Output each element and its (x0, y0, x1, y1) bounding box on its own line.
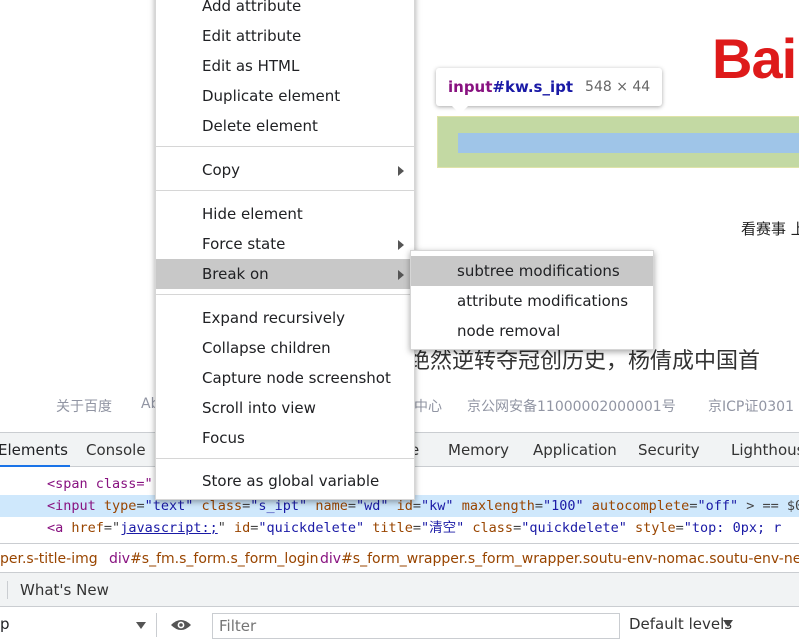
eye-icon[interactable] (170, 618, 192, 632)
menu-item-focus[interactable]: Focus (156, 423, 414, 453)
menu-item-capture-node-screenshot[interactable]: Capture node screenshot (156, 363, 414, 393)
footer-link-icp[interactable]: 京ICP证0301 (708, 396, 794, 416)
code-value: "text" (144, 498, 194, 514)
dom-breadcrumb: per.s-title-img div#s_fm.s_form.s_form_l… (0, 543, 799, 573)
element-inspect-tooltip: input #kw.s_ipt 548 × 44 (436, 68, 663, 114)
code-attr: maxlength (461, 498, 535, 514)
console-filter-input[interactable]: Filter (212, 613, 620, 639)
submenu-item-attribute-modifications[interactable]: attribute modifications (411, 286, 653, 316)
code-tag: <a (47, 520, 64, 536)
drawer-tab-bar: What's New (0, 573, 799, 607)
levels-dropdown-icon[interactable] (723, 620, 733, 627)
menu-item-expand-recursively[interactable]: Expand recursively (156, 303, 414, 333)
breadcrumb-item[interactable]: div#s_fm.s_form.s_form_login (109, 544, 319, 572)
context-menu: Add attribute Edit attribute Edit as HTM… (155, 0, 415, 500)
tab-whats-new[interactable]: What's New (20, 573, 109, 607)
log-levels-select[interactable]: Default levels (629, 615, 732, 633)
search-input-highlight[interactable] (437, 116, 799, 168)
menu-item-force-state[interactable]: Force state (156, 229, 414, 259)
tab-security[interactable]: Security (638, 433, 700, 467)
filter-placeholder: Filter (219, 617, 257, 635)
code-attr: id (396, 498, 413, 514)
footer-link-center[interactable]: 中心 (414, 396, 442, 416)
code-span-text: <span class=" (47, 476, 153, 492)
drawer-menu-icon[interactable] (0, 581, 8, 599)
dom-line-anchor[interactable]: <a href="javascript:;" id="quickdelete" … (0, 517, 799, 539)
menu-separator (156, 294, 414, 295)
menu-item-collapse-children[interactable]: Collapse children (156, 333, 414, 363)
code-attr: name (315, 498, 348, 514)
tab-console[interactable]: Console (86, 433, 146, 467)
code-attr: autocomplete (591, 498, 690, 514)
menu-item-scroll-into-view[interactable]: Scroll into view (156, 393, 414, 423)
tooltip-dimensions: 548 × 44 (585, 79, 651, 95)
tab-lighthouse[interactable]: Lighthouse (731, 433, 799, 467)
code-value: "100" (543, 498, 584, 514)
menu-item-copy[interactable]: Copy (156, 155, 414, 185)
menu-item-break-on[interactable]: Break on (156, 259, 414, 289)
menu-separator (156, 146, 414, 147)
context-select-value[interactable]: p (0, 615, 10, 633)
code-attr: class (472, 520, 514, 536)
code-attr: type (103, 498, 137, 514)
code-value: "wd" (355, 498, 389, 514)
submenu-arrow-icon (398, 270, 404, 280)
menu-item-edit-as-html[interactable]: Edit as HTML (156, 51, 414, 81)
code-value: "quickdelete" (258, 520, 365, 536)
hot-link[interactable]: 看赛事 上 (741, 218, 799, 239)
code-value: "off" (697, 498, 739, 514)
code-value: "清空" (421, 520, 465, 536)
baidu-logo[interactable]: Bai (712, 26, 797, 91)
submenu-arrow-icon (398, 166, 404, 176)
menu-separator (156, 458, 414, 459)
menu-item-store-as-global-variable[interactable]: Store as global variable (156, 466, 414, 496)
code-tail: > == $0 (746, 498, 799, 514)
context-dropdown-icon[interactable] (136, 622, 146, 629)
code-value: "kw" (421, 498, 454, 514)
menu-item-delete-element[interactable]: Delete element (156, 111, 414, 141)
menu-item-edit-attribute[interactable]: Edit attribute (156, 21, 414, 51)
break-on-submenu: subtree modifications attribute modifica… (410, 250, 654, 350)
code-value: "top: 0px; r (683, 520, 782, 536)
tab-memory[interactable]: Memory (448, 433, 509, 467)
breadcrumb-item[interactable]: div#s_form_wrapper.s_form_wrapper.soutu-… (320, 544, 799, 572)
toolbar-divider (156, 613, 157, 637)
code-attr: class (201, 498, 243, 514)
menu-item-hide-element[interactable]: Hide element (156, 199, 414, 229)
submenu-item-subtree-modifications[interactable]: subtree modifications (411, 256, 653, 286)
search-input-content-box (458, 133, 799, 153)
tab-elements[interactable]: Elements (0, 433, 70, 467)
code-link[interactable]: javascript:; (120, 520, 218, 536)
tooltip-selector: #kw.s_ipt (492, 78, 574, 96)
code-attr: id (234, 520, 251, 536)
menu-item-add-attribute[interactable]: Add attribute (156, 0, 414, 21)
menu-separator (156, 190, 414, 191)
code-tag: <input (47, 498, 96, 514)
code-attr: href (71, 520, 104, 536)
code-value: "s_ipt" (250, 498, 308, 514)
footer-link-police-record[interactable]: 京公网安备11000002000001号 (467, 396, 676, 416)
breadcrumb-item[interactable]: per.s-title-img (0, 544, 98, 572)
submenu-item-node-removal[interactable]: node removal (411, 316, 653, 346)
code-attr: style (635, 520, 676, 536)
tab-application[interactable]: Application (533, 433, 617, 467)
footer-link-about[interactable]: 关于百度 (56, 396, 112, 416)
code-value: "quickdelete" (521, 520, 627, 536)
tooltip-tag: input (448, 78, 493, 96)
code-attr: title (372, 520, 413, 536)
menu-item-duplicate-element[interactable]: Duplicate element (156, 81, 414, 111)
submenu-arrow-icon (398, 240, 404, 250)
console-toolbar: p Filter Default levels (0, 607, 799, 643)
